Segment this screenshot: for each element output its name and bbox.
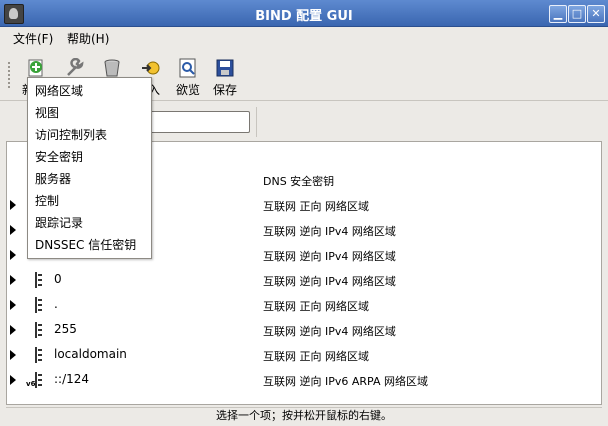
toolbar-separator [256, 107, 257, 137]
toolbar-grip[interactable] [8, 62, 13, 88]
tree-row[interactable]: . 互联网 正向 网络区域 [7, 292, 601, 317]
tree-row[interactable]: v6::/124 互联网 逆向 IPv6 ARPA 网络区域 [7, 367, 601, 392]
preview-icon [179, 58, 196, 78]
zone-type: 互联网 逆向 IPv4 网络区域 [263, 250, 396, 263]
preview-label: 欲览 [175, 83, 200, 97]
tree-row[interactable]: 0 互联网 逆向 IPv4 网络区域 [7, 267, 601, 292]
expander-icon[interactable] [10, 375, 16, 385]
tree-row[interactable]: 255 互联网 逆向 IPv4 网络区域 [7, 317, 601, 342]
expander-icon[interactable] [10, 300, 16, 310]
status-bar: 选择一个项；按并松开鼠标的右键。 [6, 407, 602, 425]
window-title: BIND 配置 GUI [255, 9, 353, 24]
zone-type: 互联网 正向 网络区域 [263, 350, 369, 363]
zone-tree-icon [33, 297, 43, 313]
dropdown-item[interactable]: 服务器 [35, 168, 71, 190]
zone-name: ::/124 [54, 372, 90, 386]
dropdown-item[interactable]: 访问控制列表 [35, 124, 107, 146]
wrench-icon [67, 58, 84, 76]
zone-type: 互联网 逆向 IPv4 网络区域 [263, 275, 396, 288]
zone-tree-icon [33, 322, 43, 338]
zone-type: 互联网 逆向 IPv6 ARPA 网络区域 [263, 375, 428, 388]
dropdown-item[interactable]: 网络区域 [35, 80, 83, 102]
add-icon [28, 59, 43, 77]
dropdown-item[interactable]: 跟踪记录 [35, 212, 83, 234]
save-icon [216, 59, 234, 77]
zone-type: DNS 安全密钥 [263, 175, 335, 188]
dropdown-item[interactable]: 控制 [35, 190, 59, 212]
zone-tree-icon [33, 347, 43, 363]
menu-bar: 文件(F) 帮助(H) [0, 27, 608, 49]
dropdown-item[interactable]: DNSSEC 信任密钥 [35, 234, 136, 256]
close-button[interactable]: ✕ [587, 5, 605, 23]
save-label: 保存 [212, 83, 237, 97]
expander-icon[interactable] [10, 225, 16, 235]
zone-tree-icon [33, 272, 43, 288]
import-icon [142, 61, 160, 75]
zone-name: localdomain [54, 347, 127, 361]
expander-icon[interactable] [10, 200, 16, 210]
tree-row[interactable]: localdomain 互联网 正向 网络区域 [7, 342, 601, 367]
zone-name: 255 [54, 322, 77, 336]
zone-name: . [54, 297, 58, 311]
zone-type: 互联网 正向 网络区域 [263, 300, 369, 313]
dropdown-item[interactable]: 安全密钥 [35, 146, 83, 168]
zone-type: 互联网 逆向 IPv4 网络区域 [263, 225, 396, 238]
title-bar: BIND 配置 GUI ▁ □ ✕ [0, 0, 608, 27]
save-button[interactable]: 保存 [207, 56, 243, 100]
expander-icon[interactable] [10, 350, 16, 360]
menu-help[interactable]: 帮助(H) [67, 30, 109, 47]
zone-name: 0 [54, 272, 62, 286]
dropdown-item[interactable]: 视图 [35, 102, 59, 124]
ipv6-badge: v6 [26, 380, 36, 388]
expander-icon[interactable] [10, 275, 16, 285]
menu-file[interactable]: 文件(F) [13, 30, 53, 47]
new-menu-dropdown: 网络区域 视图 访问控制列表 安全密钥 服务器 控制 跟踪记录 DNSSEC 信任密钥 [27, 77, 152, 259]
minimize-button[interactable]: ▁ [549, 5, 567, 23]
zone-type: 互联网 逆向 IPv4 网络区域 [263, 325, 396, 338]
preview-button[interactable]: 欲览 [170, 56, 206, 100]
expander-icon[interactable] [10, 250, 16, 260]
maximize-button[interactable]: □ [568, 5, 586, 23]
expander-icon[interactable] [10, 325, 16, 335]
zone-type: 互联网 正向 网络区域 [263, 200, 369, 213]
trash-icon [104, 59, 120, 77]
